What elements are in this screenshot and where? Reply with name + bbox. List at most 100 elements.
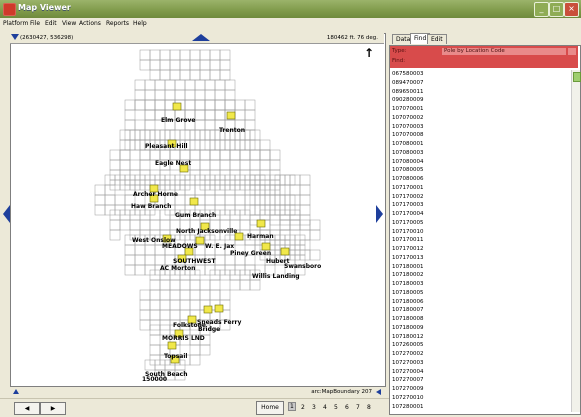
result-list-item[interactable]: 107180008	[390, 315, 570, 324]
result-list-item[interactable]: 107180006	[390, 298, 570, 307]
map-grid-cell	[299, 204, 311, 216]
map-grid-cell	[149, 299, 161, 311]
result-list-item[interactable]: 107270004	[390, 368, 570, 377]
page-1-button[interactable]: 1	[288, 402, 296, 411]
map-grid-cell	[204, 99, 216, 111]
result-list-item[interactable]: 107170004	[390, 210, 570, 219]
map-grid-cell	[199, 159, 211, 171]
result-list-item[interactable]: 107270009	[390, 385, 570, 394]
city-label-north-jacksonville: North Jacksonville	[176, 228, 238, 235]
map-grid-cell	[169, 69, 181, 81]
map-grid-cell	[184, 99, 196, 111]
result-list-item[interactable]: 107280001	[390, 403, 570, 412]
result-list-item[interactable]: 107070003	[390, 123, 570, 132]
result-list-item[interactable]: 107170012	[390, 245, 570, 254]
city-label-haw-branch: Haw Branch	[131, 203, 172, 210]
result-list-item[interactable]: 107170011	[390, 236, 570, 245]
page-4-button[interactable]: 4	[323, 404, 327, 411]
map-grid-cell	[194, 109, 206, 121]
page-8-button[interactable]: 8	[367, 404, 371, 411]
map-grid-cell	[164, 89, 176, 101]
result-list-item[interactable]: 107170005	[390, 219, 570, 228]
map-grid-cell	[184, 79, 196, 91]
map-grid-cell	[209, 69, 221, 81]
map-grid-cell	[214, 79, 226, 91]
pole-marker-icon	[256, 219, 266, 228]
type-select[interactable]: Pole by Location Code	[442, 48, 566, 55]
result-list-item[interactable]: 107070001	[390, 105, 570, 114]
result-list-item[interactable]: 107270003	[390, 359, 570, 368]
map-grid-cell	[199, 344, 211, 356]
result-list-item[interactable]: 107180009	[390, 324, 570, 333]
result-list-item[interactable]: 107170003	[390, 201, 570, 210]
forward-button[interactable]: ▶	[40, 402, 66, 415]
result-list-item[interactable]: 107270007	[390, 376, 570, 385]
result-list-item[interactable]: 090280009	[390, 96, 570, 105]
result-list-item[interactable]: 107080001	[390, 140, 570, 149]
result-list-item[interactable]: 107080003	[390, 149, 570, 158]
map-grid-cell	[269, 149, 281, 161]
chevron-down-icon[interactable]	[568, 48, 576, 55]
result-list-scrollbar[interactable]	[571, 70, 581, 412]
map-grid-cell	[169, 149, 181, 161]
result-list-item[interactable]: 067580003	[390, 70, 570, 79]
result-list-item[interactable]: 107170001	[390, 184, 570, 193]
scrollbar-thumb[interactable]	[573, 72, 581, 82]
map-grid-cell	[179, 279, 191, 291]
page-3-button[interactable]: 3	[312, 404, 316, 411]
map-grid-cell	[189, 299, 201, 311]
page-5-button[interactable]: 5	[334, 404, 338, 411]
result-list-item[interactable]: 089470007	[390, 79, 570, 88]
result-list-item[interactable]: 107070002	[390, 114, 570, 123]
back-button[interactable]: ◀	[14, 402, 40, 415]
result-list-item[interactable]: 107180003	[390, 280, 570, 289]
map-grid-cell	[179, 59, 191, 71]
result-list-item[interactable]: 107080006	[390, 175, 570, 184]
page-6-button[interactable]: 6	[345, 404, 349, 411]
result-list-item[interactable]: 107080004	[390, 158, 570, 167]
result-list-item[interactable]: 107170002	[390, 193, 570, 202]
map-grid-cell	[139, 149, 151, 161]
map-grid-cell	[309, 219, 321, 231]
result-list-item[interactable]: 107180007	[390, 306, 570, 315]
map-grid-cell	[159, 149, 171, 161]
page-7-button[interactable]: 7	[356, 404, 360, 411]
map-grid-cell	[189, 354, 201, 366]
result-list-item[interactable]: 107270010	[390, 394, 570, 403]
map-grid-cell	[149, 59, 161, 71]
map-grid-cell	[144, 89, 156, 101]
result-list-item[interactable]: 107180002	[390, 271, 570, 280]
map-grid-cell	[299, 184, 311, 196]
map-grid-cell	[204, 109, 216, 121]
map-grid-cell	[229, 159, 241, 171]
map-grid-cell	[219, 49, 231, 61]
result-list-item[interactable]: 107070008	[390, 131, 570, 140]
result-list-item[interactable]: 107270002	[390, 350, 570, 359]
home-button[interactable]: Home	[256, 401, 284, 415]
result-list-item[interactable]: 107170010	[390, 228, 570, 237]
city-label-pleasant-hill: Pleasant Hill	[145, 143, 188, 150]
map-grid-cell	[204, 194, 216, 206]
result-list-item[interactable]: 107080005	[390, 166, 570, 175]
map-grid-cell	[119, 149, 131, 161]
map-grid-cell	[199, 49, 211, 61]
tab-edit[interactable]: Edit	[427, 34, 447, 44]
result-list-item[interactable]: 089650011	[390, 88, 570, 97]
map-grid-cell	[214, 194, 226, 206]
type-label: Type:	[392, 48, 407, 54]
result-list-item[interactable]: 107180001	[390, 263, 570, 272]
pan-southeast-icon[interactable]	[376, 389, 381, 395]
result-list[interactable]: 067580003 089470007 089650011 090280009 1070…	[390, 70, 570, 412]
map-grid-cell	[209, 279, 221, 291]
pan-southwest-icon[interactable]	[13, 389, 19, 394]
city-label-bridge: Bridge	[198, 326, 221, 333]
map-grid-cell	[134, 264, 146, 276]
result-list-item[interactable]: 107170013	[390, 254, 570, 263]
result-list-item[interactable]: 107180005	[390, 289, 570, 298]
result-list-item[interactable]: 107180012	[390, 333, 570, 342]
map-grid-cell	[224, 89, 236, 101]
page-2-button[interactable]: 2	[301, 404, 305, 411]
city-label-meadows: MEADOWS	[162, 243, 198, 250]
city-label-willis-landing: Willis Landing	[252, 273, 300, 280]
result-list-item[interactable]: 107260005	[390, 341, 570, 350]
